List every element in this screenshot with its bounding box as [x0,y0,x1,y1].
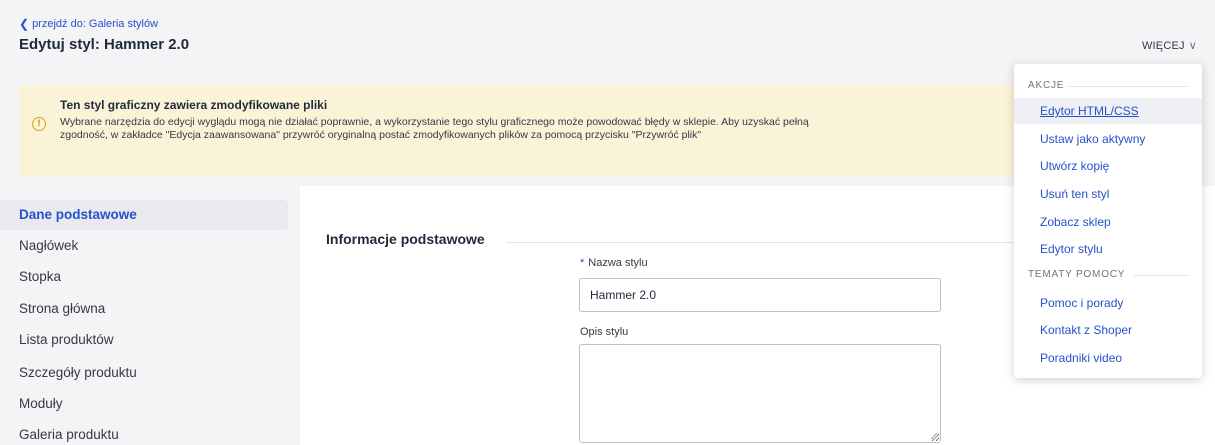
back-link[interactable]: ❮ przejdź do: Galeria stylów [19,18,158,30]
menu-item-help-tips[interactable]: Pomoc i porady [1014,290,1202,316]
page-title: Edytuj styl: Hammer 2.0 [19,36,190,53]
description-field-label: Opis stylu [580,326,629,338]
sidebar-item-stopka[interactable]: Stopka [0,262,288,292]
dropdown-header-help: TEMATY POMOCY [1028,269,1126,280]
more-dropdown-menu: AKCJE Edytor HTML/CSS Ustaw jako aktywny… [1014,64,1202,378]
name-field-label: * Nazwa stylu [580,257,648,269]
menu-item-contact-shoper[interactable]: Kontakt z Shoper [1014,317,1202,343]
style-description-textarea[interactable] [579,344,941,443]
sidebar-item-galeria-produktu[interactable]: Galeria produktu [0,420,288,445]
back-link-label: przejdź do: Galeria stylów [32,18,159,30]
menu-item-view-shop[interactable]: Zobacz sklep [1014,209,1202,235]
sidebar-item-lista-produktow[interactable]: Lista produktów [0,325,288,355]
menu-item-delete-style[interactable]: Usuń ten styl [1014,181,1202,207]
section-divider [506,242,1026,243]
dropdown-header-line [1134,275,1188,276]
required-marker: * [580,257,585,269]
warning-alert: ! Ten styl graficzny zawiera zmodyfikowa… [19,85,1069,176]
dropdown-header-actions: AKCJE [1028,80,1065,91]
menu-item-create-copy[interactable]: Utwórz kopię [1014,153,1202,179]
sidebar-item-strona-glowna[interactable]: Strona główna [0,294,288,324]
menu-item-style-editor[interactable]: Edytor stylu [1014,236,1202,262]
menu-item-video-guides[interactable]: Poradniki video [1014,345,1202,371]
name-field-label-text: Nazwa stylu [588,257,648,269]
more-button[interactable]: WIĘCEJ ∨ [1141,39,1197,53]
sidebar-item-moduly[interactable]: Moduły [0,389,288,419]
more-button-label: WIĘCEJ [1141,39,1185,52]
sidebar-item-szczegoly-produktu[interactable]: Szczegóły produktu [0,358,288,388]
sidebar-item-dane-podstawowe[interactable]: Dane podstawowe [0,200,288,230]
style-name-input[interactable] [579,278,941,312]
alert-title: Ten styl graficzny zawiera zmodyfikowane… [60,98,328,112]
chevron-left-icon: ❮ [19,17,30,31]
menu-item-set-active[interactable]: Ustaw jako aktywny [1014,126,1202,152]
warning-circle-icon: ! [32,117,46,131]
sidebar-item-naglowek[interactable]: Nagłówek [0,231,288,261]
chevron-down-icon: ∨ [1188,40,1197,52]
menu-item-html-css-editor[interactable]: Edytor HTML/CSS [1014,98,1202,124]
section-title: Informacje podstawowe [326,231,485,247]
dropdown-header-line [1068,86,1188,87]
alert-body: Wybrane narzędzia do edycji wyglądu mogą… [60,116,809,141]
resize-grip-icon[interactable] [930,432,938,440]
